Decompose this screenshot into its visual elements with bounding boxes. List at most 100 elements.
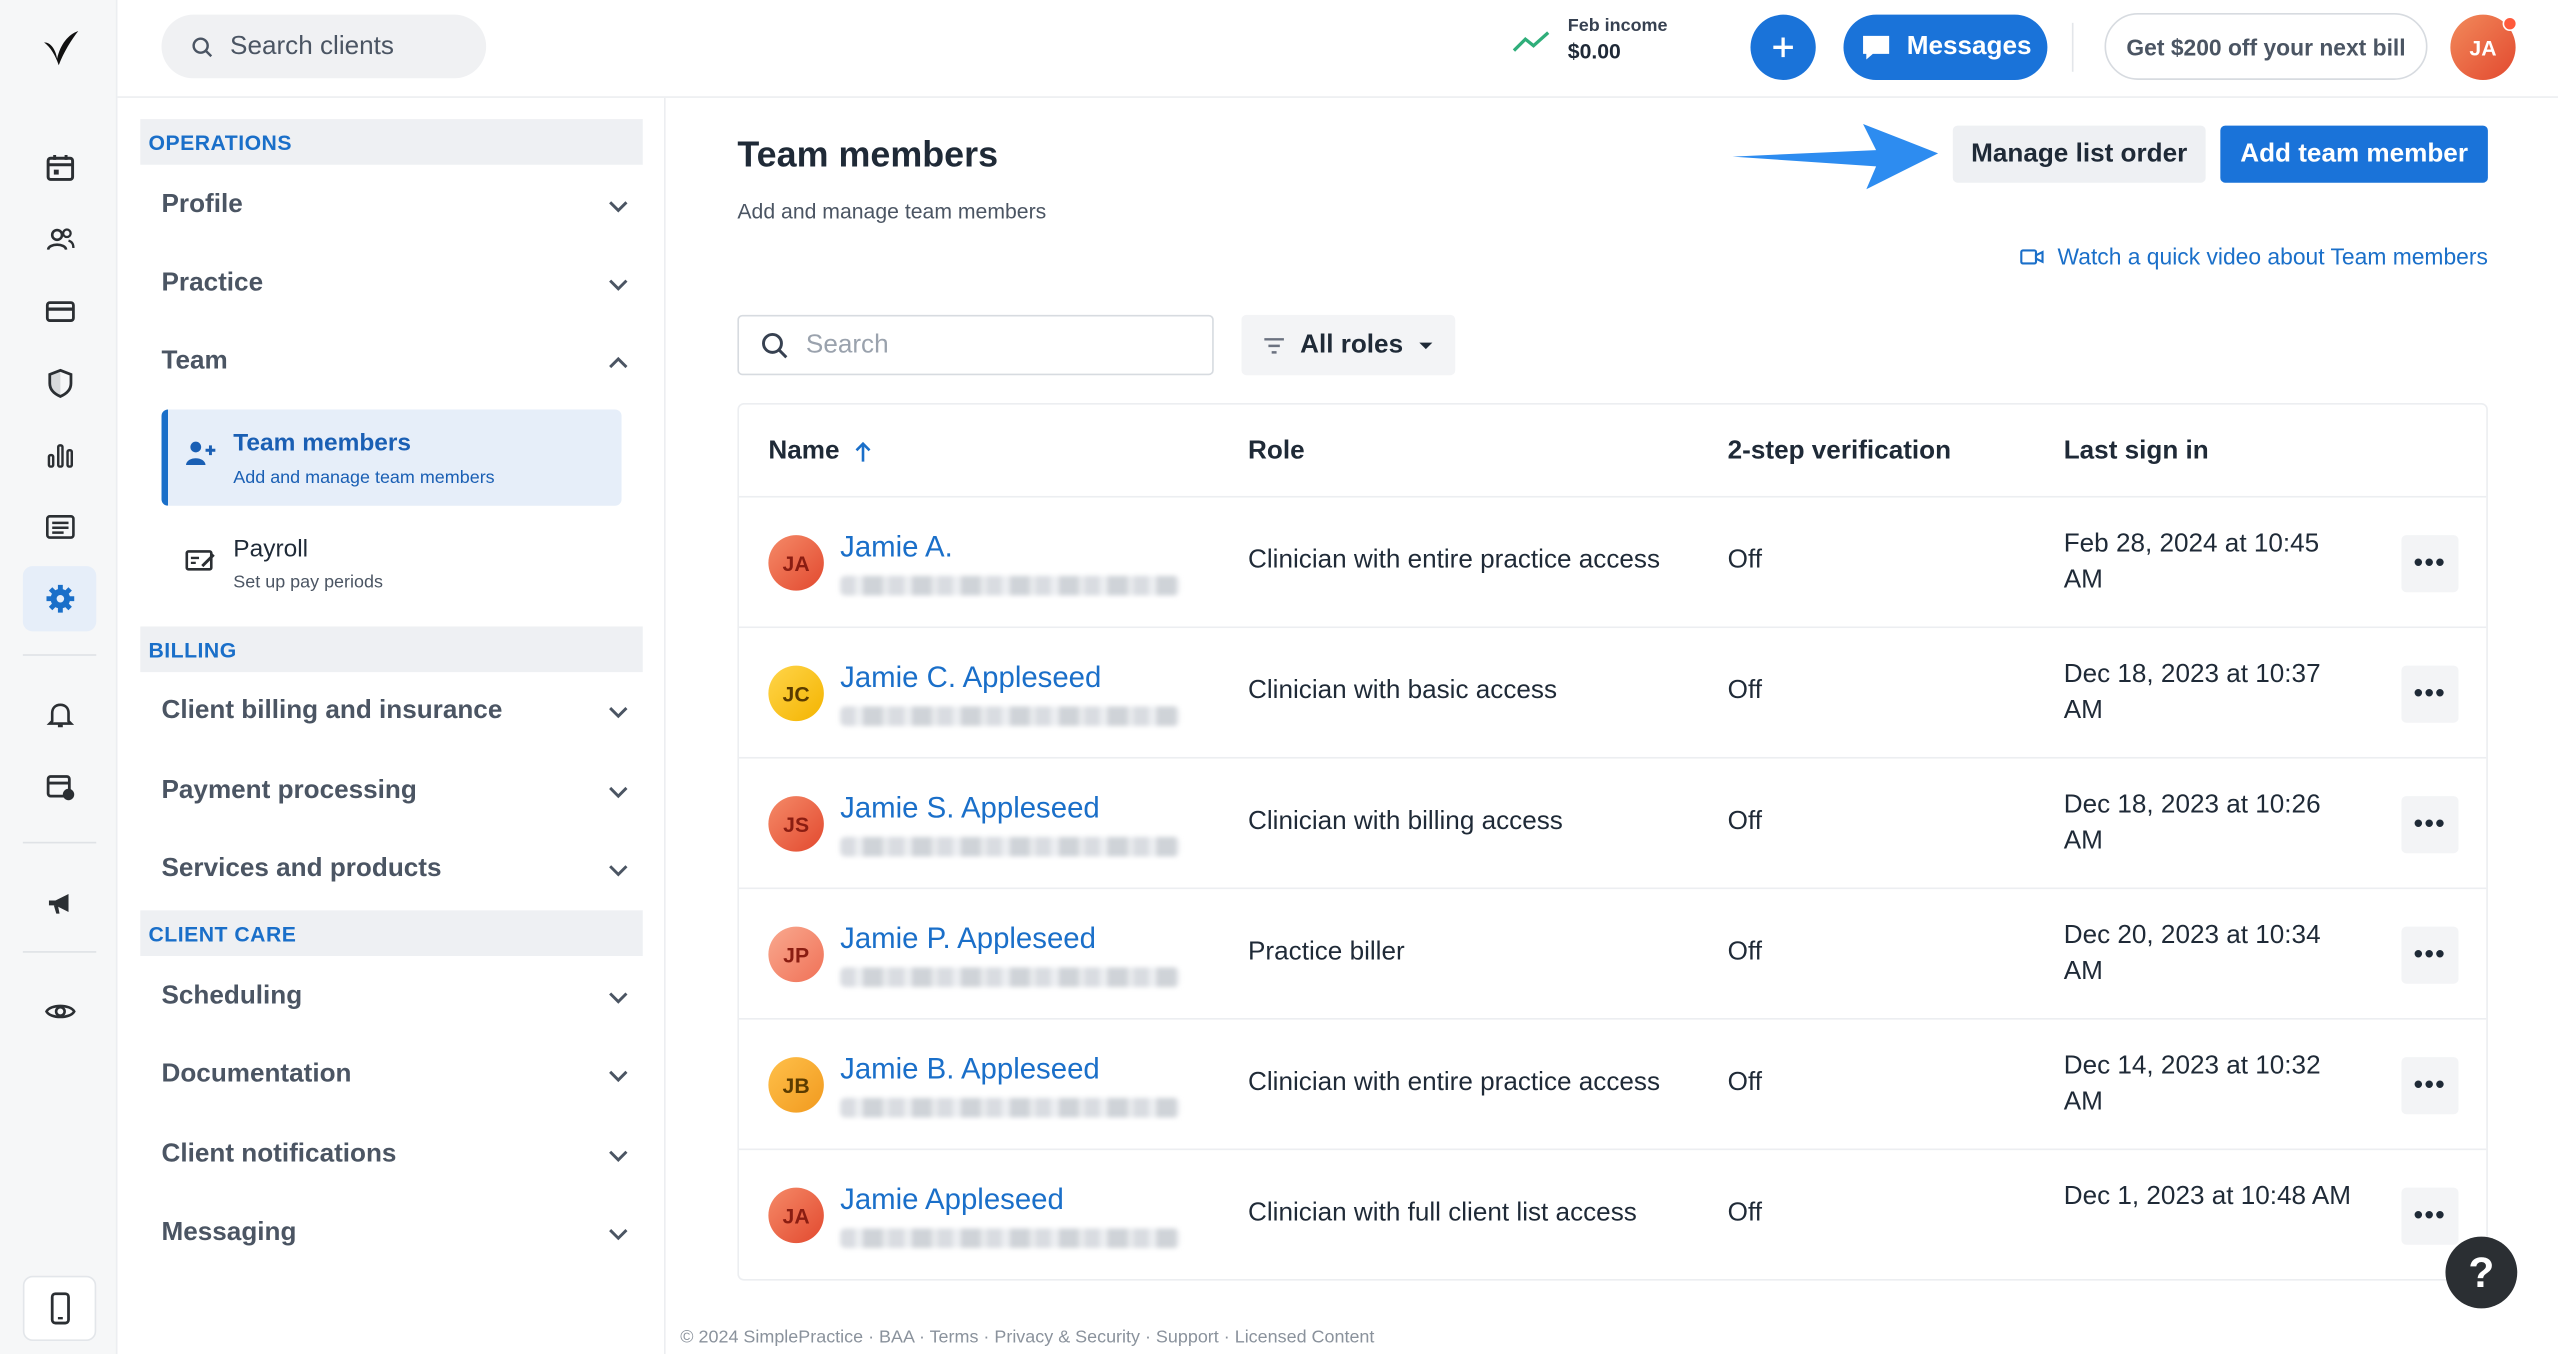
clients-icon[interactable] <box>23 207 96 272</box>
nav-item-label: Documentation <box>161 1060 352 1089</box>
table-row: JP Jamie P. Appleseed Practice biller Off De… <box>739 889 2487 1020</box>
caret-down-icon <box>1419 341 1433 349</box>
column-header-name[interactable]: Name <box>768 437 872 466</box>
messages-button[interactable]: Messages <box>1843 14 2048 80</box>
member-role: Clinician with basic access <box>1248 677 1558 705</box>
chevron-down-icon <box>609 786 628 799</box>
member-last-sign-in: Feb 28, 2024 at 10:45 AM <box>2063 530 2320 594</box>
search-clients-input[interactable]: Search clients <box>161 14 487 79</box>
chevron-down-icon <box>609 1150 628 1163</box>
redacted-email <box>840 967 1180 987</box>
section-operations: OPERATIONS <box>140 119 643 165</box>
table-row: JS Jamie S. Appleseed Clinician with billi… <box>739 759 2487 890</box>
member-2fa-status: Off <box>1727 677 1762 705</box>
redacted-email <box>840 836 1180 857</box>
column-header-2fa: 2-step verification <box>1727 437 1952 465</box>
footer-links[interactable]: © 2024 SimplePractice · BAA · Terms · Pr… <box>680 1328 1374 1348</box>
manage-list-order-button[interactable]: Manage list order <box>1952 125 2206 183</box>
row-more-actions-button[interactable]: ••• <box>2401 926 2459 984</box>
nav-item-messaging[interactable]: Messaging <box>140 1201 629 1266</box>
insurance-shield-icon[interactable] <box>23 351 96 416</box>
mobile-app-icon[interactable] <box>22 1275 97 1342</box>
simplepractice-logo-icon[interactable] <box>39 26 81 68</box>
income-label: Feb income <box>1567 16 1668 36</box>
member-name-link[interactable]: Jamie Appleseed <box>840 1183 1064 1217</box>
nav-item-services-products[interactable]: Services and products <box>140 837 629 902</box>
activity-list-icon[interactable] <box>23 494 96 559</box>
subnav-team-members[interactable]: Team members Add and manage team members <box>161 409 622 506</box>
promo-button[interactable]: Get $200 off your next bill <box>2104 13 2428 80</box>
row-more-actions-button[interactable]: ••• <box>2401 665 2459 723</box>
main-content: Team members Add and manage team members… <box>666 98 2558 1354</box>
calendar-icon[interactable] <box>23 135 96 200</box>
row-more-actions-button[interactable]: ••• <box>2401 535 2459 593</box>
nav-item-team[interactable]: Team <box>140 330 629 395</box>
page-title: Team members <box>737 133 999 175</box>
member-name-link[interactable]: Jamie S. Appleseed <box>840 791 1100 825</box>
member-2fa-status: Off <box>1727 1199 1762 1227</box>
nav-item-label: Practice <box>161 269 264 297</box>
eye-icon[interactable] <box>23 979 96 1044</box>
team-search-input[interactable]: Search <box>737 314 1214 376</box>
row-more-actions-button[interactable]: ••• <box>2401 796 2459 854</box>
video-camera-icon <box>2020 248 2044 264</box>
plus-icon <box>1773 37 1793 58</box>
app-rail <box>0 0 118 1354</box>
subnav-title: Team members <box>233 429 412 457</box>
watch-video-link[interactable]: Watch a quick video about Team members <box>2020 243 2488 269</box>
nav-item-profile[interactable]: Profile <box>140 173 629 238</box>
member-name-link[interactable]: Jamie P. Appleseed <box>840 922 1096 956</box>
create-plus-button[interactable] <box>1750 14 1816 80</box>
help-button[interactable]: ? <box>2445 1236 2518 1309</box>
chevron-down-icon <box>609 865 628 877</box>
nav-item-client-notifications[interactable]: Client notifications <box>140 1122 629 1187</box>
nav-item-scheduling[interactable]: Scheduling <box>140 964 629 1029</box>
payroll-check-icon <box>185 550 215 571</box>
subnav-payroll[interactable]: Payroll Set up pay periods <box>168 517 622 613</box>
notification-dot <box>2502 16 2518 31</box>
member-role: Practice biller <box>1248 938 1405 966</box>
marketing-megaphone-icon[interactable] <box>23 871 96 936</box>
nav-item-label: Scheduling <box>161 982 303 1010</box>
member-role: Clinician with billing access <box>1248 807 1563 836</box>
nav-item-documentation[interactable]: Documentation <box>140 1042 629 1107</box>
income-widget[interactable]: Feb income $0.00 <box>1512 16 1668 64</box>
team-members-table: Name Role 2-step verification Last sign … <box>737 402 2488 1281</box>
member-last-sign-in: Dec 18, 2023 at 10:26 AM <box>2063 791 2321 855</box>
table-row: JC Jamie C. Appleseed Clinician with basic… <box>739 628 2487 759</box>
member-2fa-status: Off <box>1727 1068 1762 1097</box>
table-header: Name Role 2-step verification Last sign … <box>739 405 2487 498</box>
settings-gear-icon[interactable] <box>22 566 97 632</box>
member-name-link[interactable]: Jamie B. Appleseed <box>840 1052 1100 1086</box>
search-clients-placeholder: Search clients <box>230 31 394 60</box>
member-last-sign-in: Dec 14, 2023 at 10:32 AM <box>2063 1052 2321 1116</box>
member-name-link[interactable]: Jamie C. Appleseed <box>840 661 1101 695</box>
nav-item-practice[interactable]: Practice <box>140 251 629 316</box>
redacted-email <box>840 1097 1180 1118</box>
column-header-label: Name <box>768 437 840 465</box>
section-client-care: CLIENT CARE <box>140 910 643 957</box>
member-avatar: JA <box>768 535 824 591</box>
roles-filter-dropdown[interactable]: All roles <box>1241 314 1456 376</box>
annotation-arrow-icon <box>1732 123 1939 190</box>
nav-item-payment-processing[interactable]: Payment processing <box>140 759 629 824</box>
notifications-bell-icon[interactable] <box>23 682 96 747</box>
roles-filter-label: All roles <box>1300 330 1404 359</box>
column-header-last-sign-in: Last sign in <box>2063 437 2209 465</box>
row-more-actions-button[interactable]: ••• <box>2401 1057 2459 1115</box>
requests-calendar-icon[interactable] <box>23 754 96 819</box>
row-more-actions-button[interactable]: ••• <box>2401 1187 2459 1245</box>
billing-card-icon[interactable] <box>23 279 96 344</box>
filter-icon <box>1264 337 1284 353</box>
user-avatar[interactable]: JA <box>2450 14 2518 80</box>
nav-item-label: Client notifications <box>161 1140 397 1169</box>
member-role: Clinician with entire practice access <box>1248 546 1661 575</box>
nav-item-client-billing[interactable]: Client billing and insurance <box>140 679 629 744</box>
analytics-bars-icon[interactable] <box>23 423 96 488</box>
nav-item-label: Messaging <box>161 1218 297 1247</box>
add-team-member-button[interactable]: Add team member <box>2220 125 2488 183</box>
nav-item-label: Team <box>161 347 228 376</box>
redacted-email <box>840 1228 1180 1249</box>
subnav-subtitle: Add and manage team members <box>233 468 495 488</box>
member-name-link[interactable]: Jamie A. <box>840 530 953 564</box>
